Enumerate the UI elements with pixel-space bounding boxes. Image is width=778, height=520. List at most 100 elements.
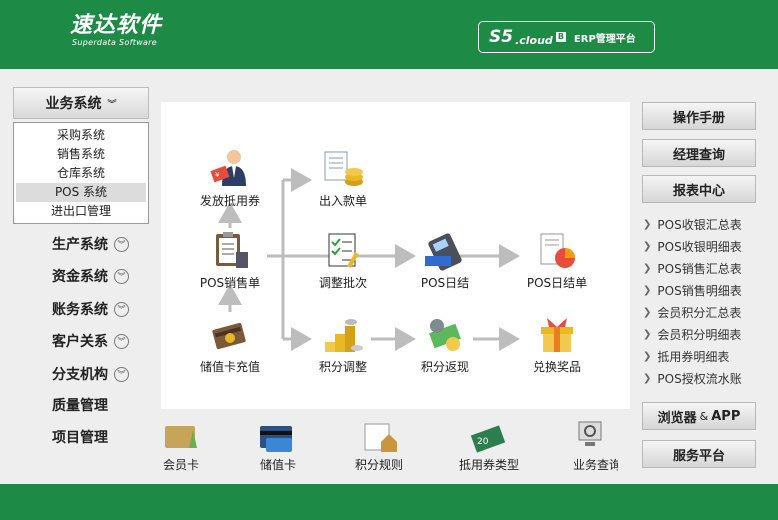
sidebar-item-label: 分支机构	[52, 367, 108, 383]
flow-stored-card-recharge[interactable]: 储值卡充值	[185, 314, 275, 375]
stored-card-icon	[260, 426, 292, 452]
chevron-right-icon: ❯	[643, 262, 652, 274]
sidebar-item-label: 质量管理	[52, 398, 108, 414]
report-link-member-points-detail[interactable]: ❯ 会员积分明细表	[643, 324, 773, 344]
node-label: 储值卡充值	[199, 360, 260, 374]
coupon-person-icon: ¥	[208, 148, 252, 190]
quick-link-points-rules[interactable]: 积分规则	[339, 420, 419, 473]
chevron-right-icon: ❯	[643, 218, 652, 230]
report-link-pos-sales-summary[interactable]: ❯ POS销售汇总表	[643, 258, 773, 278]
report-chart-icon	[535, 230, 579, 272]
sidebar-item-label: 资金系统	[52, 269, 108, 285]
report-link-label: POS销售汇总表	[657, 261, 742, 276]
quick-link-label: 积分规则	[354, 458, 403, 472]
chevron-down-icon: ︾	[114, 333, 129, 349]
quick-link-member-card[interactable]: 会员卡	[141, 420, 221, 473]
flow-adjust-batch[interactable]: 调整批次	[298, 230, 388, 291]
gift-box-icon	[535, 314, 579, 356]
flow-pos-daily-close-slip[interactable]: POS日结单	[512, 230, 602, 291]
sidebar-item-label: 账务系统	[52, 302, 108, 318]
quick-link-stored-card[interactable]: 储值卡	[238, 420, 318, 473]
erp-platform-badge: S5 .cloud B ERP管理平台	[478, 21, 655, 53]
report-link-coupon-detail[interactable]: ❯ 抵用券明细表	[643, 346, 773, 366]
report-link-pos-cash-summary[interactable]: ❯ POS收银汇总表	[643, 214, 773, 234]
flow-pos-sales-slip[interactable]: POS销售单	[185, 230, 275, 291]
money-bag-icon	[423, 314, 467, 356]
report-link-label: POS收银明细表	[657, 239, 742, 254]
submenu-item-sales[interactable]: 销售系统	[16, 145, 146, 164]
platform-cloud: .cloud	[515, 33, 553, 47]
superdata-logo: 速达软件 Superdata Software	[70, 14, 162, 48]
app-label: APP	[711, 408, 741, 424]
report-link-label: 会员积分汇总表	[657, 305, 742, 320]
business-submenu: 采购系统 销售系统 仓库系统 POS 系统 进出口管理	[13, 122, 149, 224]
node-label: 发放抵用券	[199, 194, 260, 208]
submenu-item-purchase[interactable]: 采购系统	[16, 126, 146, 145]
flow-points-cashback[interactable]: 积分返现	[400, 314, 490, 375]
checklist-icon	[321, 230, 365, 272]
chevron-down-icon: ︾	[114, 366, 129, 382]
service-platform-button[interactable]: 服务平台	[642, 440, 756, 468]
coupon-tag-icon: 20	[470, 425, 506, 453]
sidebar-item-branches[interactable]: 分支机构 ︾	[52, 363, 152, 385]
footer-bar	[0, 484, 778, 520]
pos-flow-panel: ¥ 发放抵用券 出入款单 POS销售单 调整批次 POS日结 POS日结单 储值…	[161, 102, 630, 409]
chevron-right-icon: ❯	[643, 240, 652, 252]
browser-app-button[interactable]: 浏览器 & APP	[642, 402, 756, 430]
quick-link-business-query[interactable]: 业务查询	[556, 420, 618, 473]
chevron-right-icon: ❯	[643, 284, 652, 296]
report-link-label: 会员积分明细表	[657, 327, 742, 342]
report-link-label: POS销售明细表	[657, 283, 742, 298]
sidebar-item-label: 客户关系	[52, 334, 108, 350]
node-label: POS销售单	[199, 276, 261, 290]
quick-link-label: 业务查询	[573, 458, 618, 472]
report-link-label: POS授权流水账	[657, 371, 742, 386]
quick-link-label: 会员卡	[162, 458, 199, 472]
business-system-menu-head[interactable]: 业务系统 ︾	[13, 87, 149, 119]
sidebar-item-crm[interactable]: 客户关系 ︾	[52, 330, 152, 352]
flow-points-adjust[interactable]: 积分调整	[298, 314, 388, 375]
submenu-item-pos[interactable]: POS 系统	[16, 183, 146, 202]
sidebar-item-quality[interactable]: 质量管理	[52, 394, 152, 416]
chevron-right-icon: ❯	[643, 306, 652, 318]
flow-in-out-slip[interactable]: 出入款单	[298, 148, 388, 209]
points-rules-icon	[364, 423, 397, 452]
amp-label: &	[699, 409, 709, 423]
manual-button[interactable]: 操作手册	[642, 102, 756, 130]
quick-link-coupon-types[interactable]: 20 抵用券类型	[449, 420, 529, 473]
report-center-button[interactable]: 报表中心	[642, 175, 756, 203]
submenu-item-import-export[interactable]: 进出口管理	[16, 202, 146, 221]
manager-query-button[interactable]: 经理查询	[642, 139, 756, 167]
platform-b-box: B	[555, 32, 566, 42]
chevron-down-icon: ︾	[114, 236, 129, 252]
monitor-search-icon	[578, 421, 602, 446]
report-link-member-points-summary[interactable]: ❯ 会员积分汇总表	[643, 302, 773, 322]
sidebar-item-projects[interactable]: 项目管理	[52, 426, 152, 448]
report-link-pos-auth-ledger[interactable]: ❯ POS授权流水账	[643, 368, 773, 388]
card-recharge-icon	[208, 314, 252, 356]
node-label: 兑换奖品	[532, 360, 581, 374]
flow-redeem-prize[interactable]: 兑换奖品	[512, 314, 602, 375]
report-link-pos-sales-detail[interactable]: ❯ POS销售明细表	[643, 280, 773, 300]
member-card-icon	[165, 426, 197, 448]
node-label: POS日结	[420, 276, 470, 290]
chevron-down-icon: ︾	[114, 268, 129, 284]
submenu-item-warehouse[interactable]: 仓库系统	[16, 164, 146, 183]
chevron-right-icon: ❯	[643, 328, 652, 340]
sidebar-item-funds[interactable]: 资金系统 ︾	[52, 265, 152, 287]
quick-link-label: 储值卡	[259, 458, 296, 472]
platform-erp-label: ERP管理平台	[573, 33, 636, 45]
header-bar: 速达软件 Superdata Software S5 .cloud B ERP管…	[0, 0, 778, 69]
sidebar-item-accounting[interactable]: 账务系统 ︾	[52, 298, 152, 320]
chevron-right-icon: ❯	[643, 372, 652, 384]
svg-text:¥: ¥	[215, 171, 220, 179]
node-label: 调整批次	[318, 276, 367, 290]
flow-pos-daily-close[interactable]: POS日结	[400, 230, 490, 291]
report-link-pos-cash-detail[interactable]: ❯ POS收银明细表	[643, 236, 773, 256]
platform-s5: S5	[489, 27, 514, 47]
flow-issue-coupon[interactable]: ¥ 发放抵用券	[185, 148, 275, 209]
node-label: 出入款单	[318, 194, 367, 208]
sidebar-item-production[interactable]: 生产系统 ︾	[52, 233, 152, 255]
logo-text-cn: 速达软件	[70, 13, 163, 38]
browser-label: 浏览器	[657, 410, 697, 426]
